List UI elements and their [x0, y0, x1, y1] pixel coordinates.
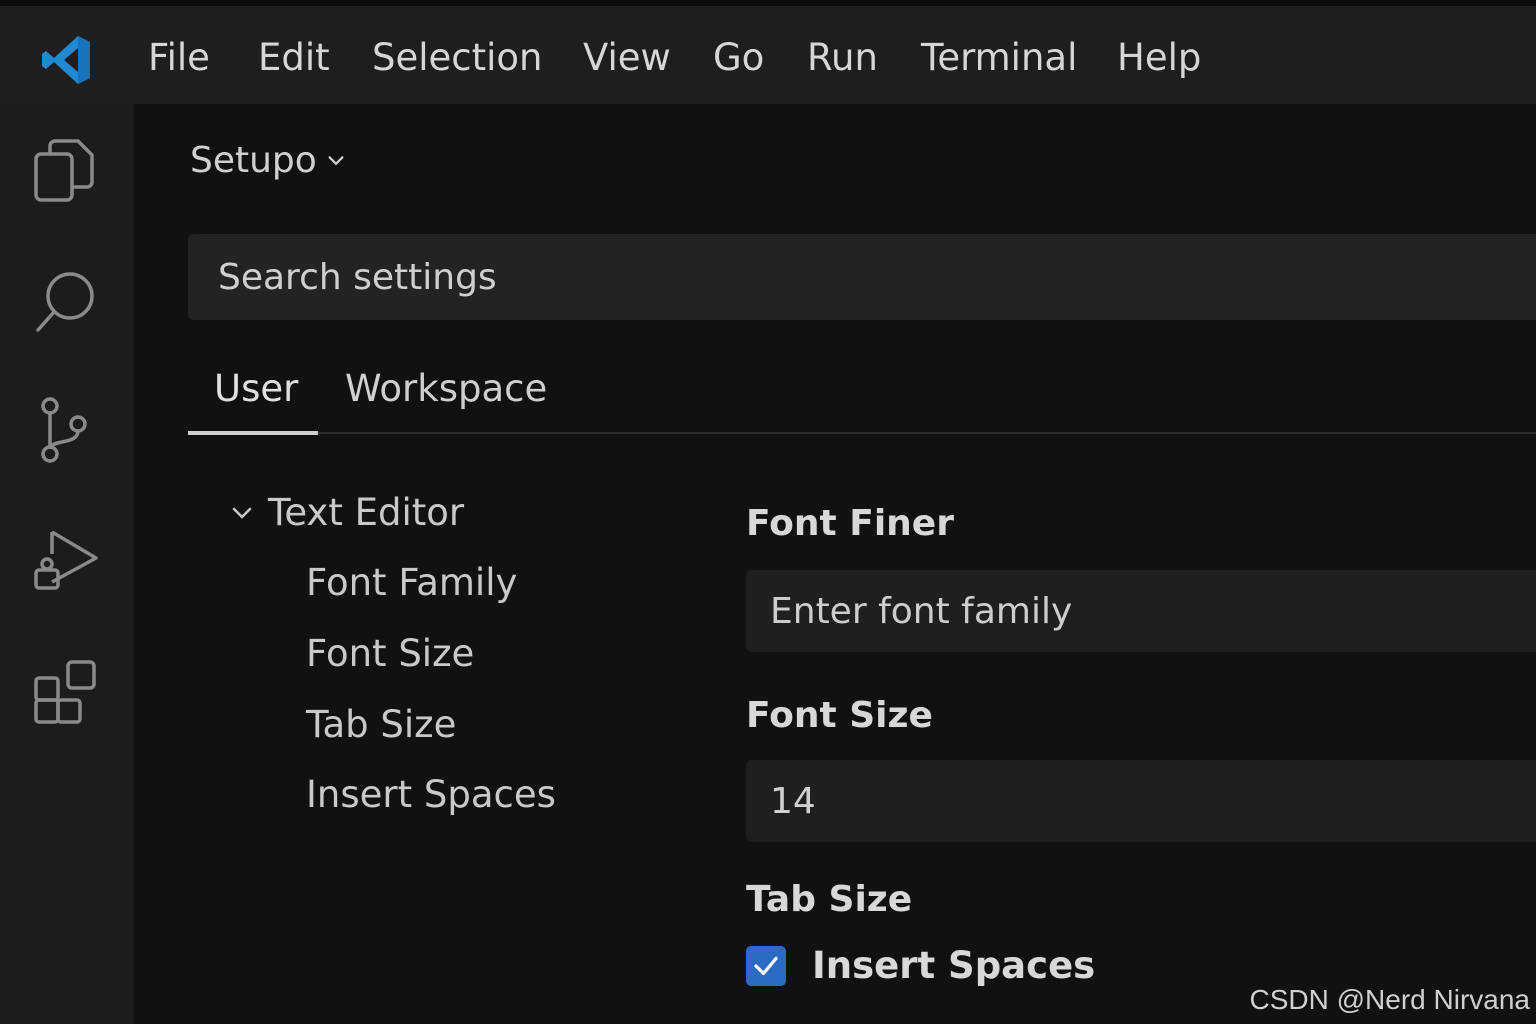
- extensions-icon[interactable]: [30, 656, 102, 728]
- tree-item-insert-spaces[interactable]: Insert Spaces: [306, 772, 556, 818]
- explorer-icon[interactable]: [30, 136, 102, 208]
- settings-search-box[interactable]: [188, 234, 1536, 320]
- watermark: CSDN @Nerd Nirvana: [1249, 984, 1531, 1015]
- menu-terminal[interactable]: Terminal: [921, 36, 1077, 80]
- menu-file[interactable]: File: [148, 36, 210, 80]
- tabs-divider: [188, 432, 1536, 434]
- tree-item-tab-size[interactable]: Tab Size: [306, 702, 456, 748]
- insert-spaces-checkbox[interactable]: [746, 945, 786, 986]
- font-family-input[interactable]: [768, 589, 1512, 633]
- tab-size-title: Tab Size: [746, 879, 913, 920]
- font-family-field[interactable]: [746, 570, 1536, 652]
- menu-go[interactable]: Go: [713, 36, 764, 80]
- profile-selector[interactable]: Setupo: [190, 138, 347, 184]
- settings-editor: Setupo User Workspace Text Editor Font F…: [134, 104, 1536, 1024]
- menu-view[interactable]: View: [583, 36, 671, 80]
- tab-workspace[interactable]: Workspace: [345, 366, 547, 412]
- run-debug-icon[interactable]: [30, 524, 102, 596]
- tab-user[interactable]: User: [214, 366, 298, 412]
- chevron-down-icon: [328, 156, 344, 166]
- search-icon[interactable]: [30, 266, 102, 338]
- font-size-field[interactable]: [746, 760, 1536, 842]
- menu-run[interactable]: Run: [807, 36, 878, 80]
- menu-selection[interactable]: Selection: [372, 36, 543, 80]
- tree-item-font-family[interactable]: Font Family: [306, 560, 517, 606]
- chevron-down-icon: [232, 507, 252, 519]
- tree-group-text-editor[interactable]: Text Editor: [230, 490, 464, 536]
- active-tab-indicator: [188, 431, 318, 435]
- menu-edit[interactable]: Edit: [258, 36, 330, 80]
- checkmark-icon: [754, 956, 778, 975]
- tree-group-label: Text Editor: [268, 491, 465, 534]
- search-input[interactable]: [216, 255, 1420, 299]
- font-size-input[interactable]: [768, 779, 1512, 823]
- menu-bar: File Edit Selection View Go Run Terminal…: [0, 0, 1536, 104]
- profile-label: Setupo: [190, 140, 317, 181]
- vscode-logo-icon: [38, 32, 94, 88]
- activity-bar: [0, 104, 134, 1024]
- tree-item-font-size[interactable]: Font Size: [306, 631, 474, 677]
- font-size-title: Font Size: [746, 695, 933, 736]
- insert-spaces-label: Insert Spaces: [812, 944, 1096, 987]
- font-family-title: Font Finer: [746, 503, 954, 544]
- source-control-icon[interactable]: [30, 394, 102, 466]
- insert-spaces-setting: Insert Spaces: [746, 944, 1095, 987]
- menu-help[interactable]: Help: [1117, 36, 1201, 80]
